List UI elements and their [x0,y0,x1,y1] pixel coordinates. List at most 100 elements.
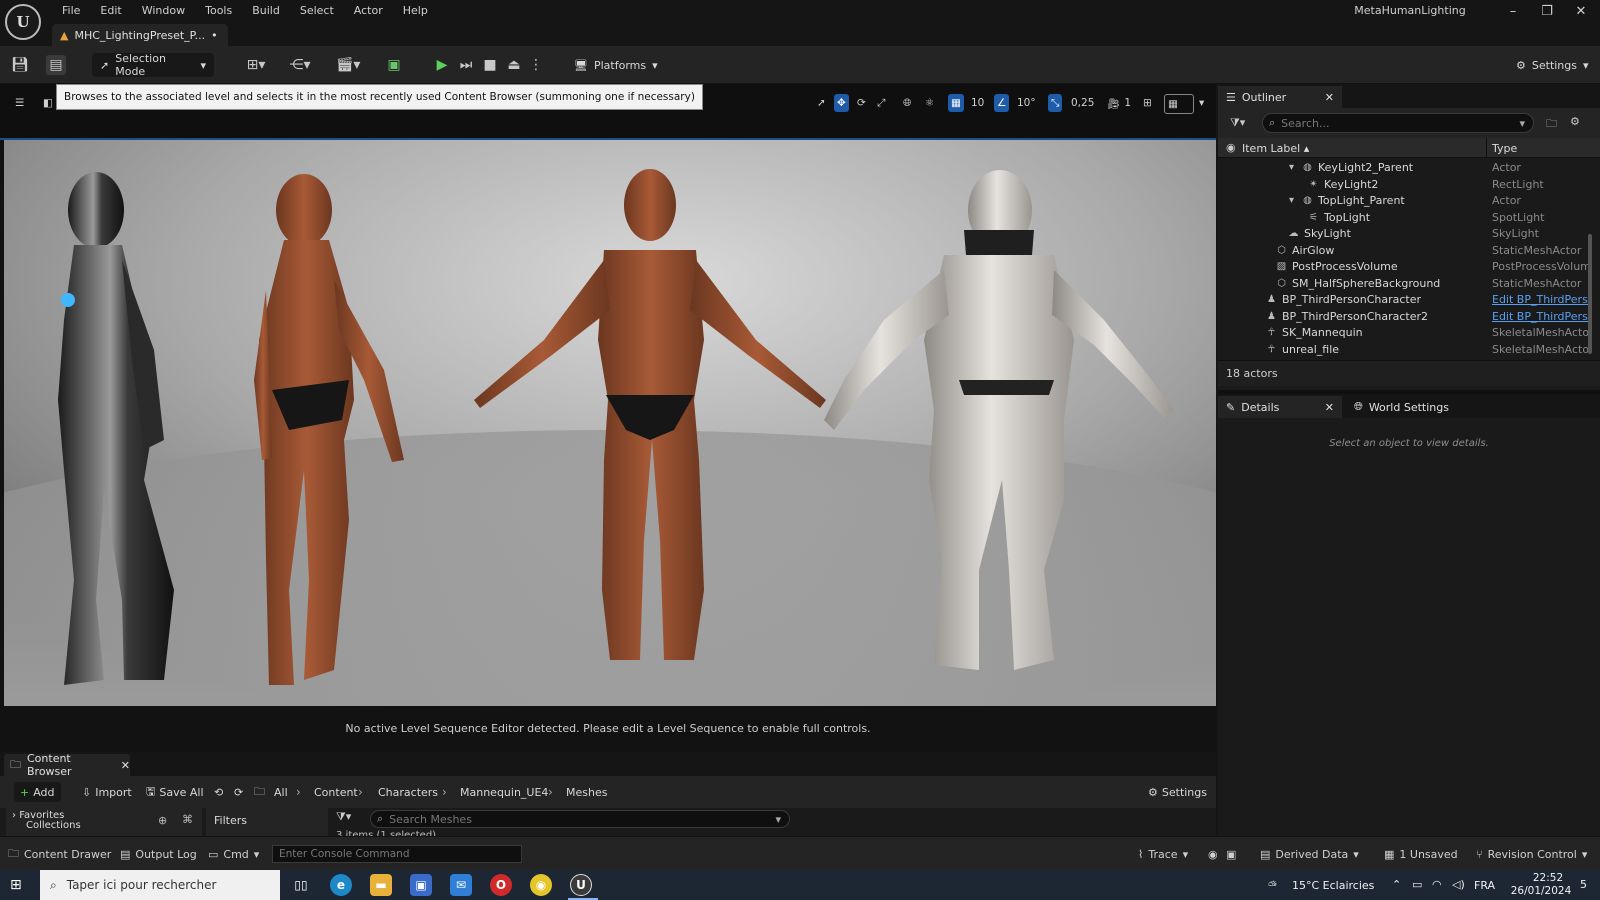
outliner-row[interactable]: ♟ BP_ThirdPersonCharacter2 Edit BP_ThirdP… [1218,309,1596,326]
filter-icon[interactable]: ⧩▾ [1230,116,1245,130]
derived-data-dropdown[interactable]: ▤ Derived Data ▾ [1260,846,1359,862]
asset-search-input[interactable]: ⌕ Search Meshes ▾ [370,810,790,828]
outliner-row[interactable]: ✴ KeyLight2 RectLight [1218,177,1596,194]
console-command-input[interactable]: Enter Console Command [272,845,522,863]
outliner-scrollbar[interactable] [1588,234,1592,354]
device-icon[interactable]: ▭ [1412,878,1422,891]
history-back-icon[interactable]: ⟲ [208,782,229,802]
level-viewport[interactable]: ☰ ◧ Browses to the associated level and … [0,84,1216,752]
language-indicator[interactable]: FRA [1474,879,1495,892]
outliner-row[interactable]: ▧ PostProcessVolume PostProcessVolum [1218,259,1596,276]
blueprint-icon[interactable]: ⋲▾ [284,55,316,75]
stop-icon[interactable]: ■ [480,55,500,75]
rotation-snap-toggle[interactable]: ∠ [994,94,1010,112]
menu-help[interactable]: Help [393,2,438,19]
expand-arrow-icon[interactable]: ▾ [1286,195,1297,206]
edit-blueprint-link[interactable]: Edit BP_ThirdPersc [1492,293,1588,306]
tray-chevron-icon[interactable]: ⌃ [1392,878,1401,891]
cmd-dropdown[interactable]: ▭ Cmd ▾ [208,846,259,862]
play-icon[interactable]: ▶ [432,55,452,75]
restore-icon[interactable]: ❐ [1532,4,1562,19]
scale-tool-icon[interactable]: ⤢ [874,94,888,112]
perspective-icon[interactable]: ◧ [40,94,56,112]
breadcrumb-mannequin[interactable]: Mannequin_UE4 [460,786,548,799]
more-options-icon[interactable]: ⋮ [526,55,546,75]
menu-build[interactable]: Build [242,2,290,19]
unreal-logo-icon[interactable]: U [5,4,41,40]
column-item-label[interactable]: Item Label ▴ [1242,142,1309,155]
menu-file[interactable]: File [52,2,90,19]
clock-time[interactable]: 22:52 [1520,872,1576,884]
add-button[interactable]: + Add [14,782,61,802]
details-tab[interactable]: ✎ Details ✕ [1218,396,1342,418]
output-log-button[interactable]: ▤ Output Log [120,846,197,862]
scale-snap-toggle[interactable]: ⤡ [1048,94,1063,112]
import-button[interactable]: ⇩ Import [76,782,138,802]
edge-icon[interactable]: e [330,874,352,896]
world-settings-tab[interactable]: 🌐︎ World Settings [1346,396,1466,418]
outliner-row[interactable]: ⚟ TopLight SpotLight [1218,210,1596,227]
content-browser-tab[interactable]: 🗀︎ Content Browser ✕ [4,752,130,778]
wifi-icon[interactable]: ◠ [1432,878,1442,891]
select-tool-icon[interactable]: ➚ [814,94,829,112]
breadcrumb-characters[interactable]: Characters [378,786,438,799]
column-type[interactable]: Type [1492,142,1517,155]
outliner-row[interactable]: ⬡ AirGlow StaticMeshActor [1218,243,1596,260]
clock-date[interactable]: 26/01/2024 [1506,885,1576,897]
taskbar-search-input[interactable]: ⌕ Taper ici pour rechercher [40,870,280,900]
grid-snap-value[interactable]: 10 [968,94,987,112]
opera-icon[interactable]: O [490,874,512,896]
weather-icon[interactable]: ⛅︎ [1268,879,1277,893]
save-icon[interactable]: 💾︎ [10,55,30,75]
menu-window[interactable]: Window [132,2,195,19]
grid-snap-toggle[interactable]: ▦ [948,94,964,112]
outliner-search-input[interactable]: ⌕ Search... ▾ [1262,113,1534,133]
collections-section[interactable]: Collections [26,820,81,831]
viewport-layout-icon[interactable]: ▦ [1164,94,1194,114]
surface-snap-icon[interactable]: ⚛ [922,94,937,112]
selection-mode-dropdown[interactable]: ➚ Selection Mode ▾ [92,52,214,78]
file-explorer-icon[interactable]: ▬ [370,874,392,896]
rotate-tool-icon[interactable]: ⟳ [854,94,869,112]
volume-icon[interactable]: ◁) [1452,878,1465,891]
outliner-row[interactable]: ♟ BP_ThirdPersonCharacter Edit BP_ThirdPe… [1218,292,1596,309]
task-view-icon[interactable]: ▯▯ [290,874,312,896]
scene-render[interactable] [4,140,1216,706]
outliner-row[interactable]: ☥ SK_Mannequin SkeletalMeshActor [1218,325,1596,342]
world-space-icon[interactable]: 🌐︎ [900,94,914,112]
outliner-row[interactable]: ☁ SkyLight SkyLight [1218,226,1596,243]
cinematics-icon[interactable]: 🎬︎▾ [332,55,364,75]
screenshot-icon[interactable]: ▣ [1226,846,1236,862]
settings-dropdown[interactable]: ⚙ Settings ▾ [1508,53,1597,77]
edit-blueprint-link[interactable]: Edit BP_ThirdPersc [1492,310,1588,323]
close-window-icon[interactable]: ✕ [1566,4,1596,19]
outliner-row[interactable]: ▾ ◍ KeyLight2_Parent Actor [1218,160,1596,177]
browse-level-icon[interactable]: ▤ [46,55,66,75]
chrome-icon[interactable]: ◉ [530,874,552,896]
modes-icon[interactable]: ▣ [384,55,404,75]
store-icon[interactable]: ▣ [410,874,432,896]
revision-control-dropdown[interactable]: ⑂ Revision Control ▾ [1476,846,1587,862]
history-forward-icon[interactable]: ⟳ [228,782,249,802]
outliner-row[interactable]: ⬡ SM_HalfSphereBackground StaticMeshActor [1218,276,1596,293]
content-drawer-button[interactable]: 🗀︎ Content Drawer [8,846,111,862]
menu-select[interactable]: Select [290,2,344,19]
scale-snap-value[interactable]: 0,25 [1068,94,1097,112]
menu-tools[interactable]: Tools [195,2,242,19]
breadcrumb-content[interactable]: Content [314,786,358,799]
level-tab[interactable]: ▲ MHC_LightingPreset_P... • [52,24,228,46]
filters-panel[interactable]: Filters [206,808,328,836]
close-tab-icon[interactable]: ✕ [1325,91,1334,104]
cb-settings-button[interactable]: ⚙ Settings [1142,782,1213,802]
breadcrumb-all[interactable]: All [274,786,288,799]
close-tab-icon[interactable]: ✕ [121,759,130,772]
add-actor-icon[interactable]: ⊞▾ [240,55,272,75]
minimize-icon[interactable]: – [1498,4,1528,19]
outliner-tab[interactable]: ☰ Outliner ✕ [1218,86,1342,108]
mail-icon[interactable]: ✉ [450,874,472,896]
eject-icon[interactable]: ⏏︎ [504,55,524,75]
visibility-icon[interactable]: ◉ [1226,141,1236,154]
expand-arrow-icon[interactable]: ▾ [1286,162,1297,173]
filter-icon[interactable]: ⧩▾ [336,810,351,824]
step-icon[interactable]: ⏭︎ [456,55,476,75]
